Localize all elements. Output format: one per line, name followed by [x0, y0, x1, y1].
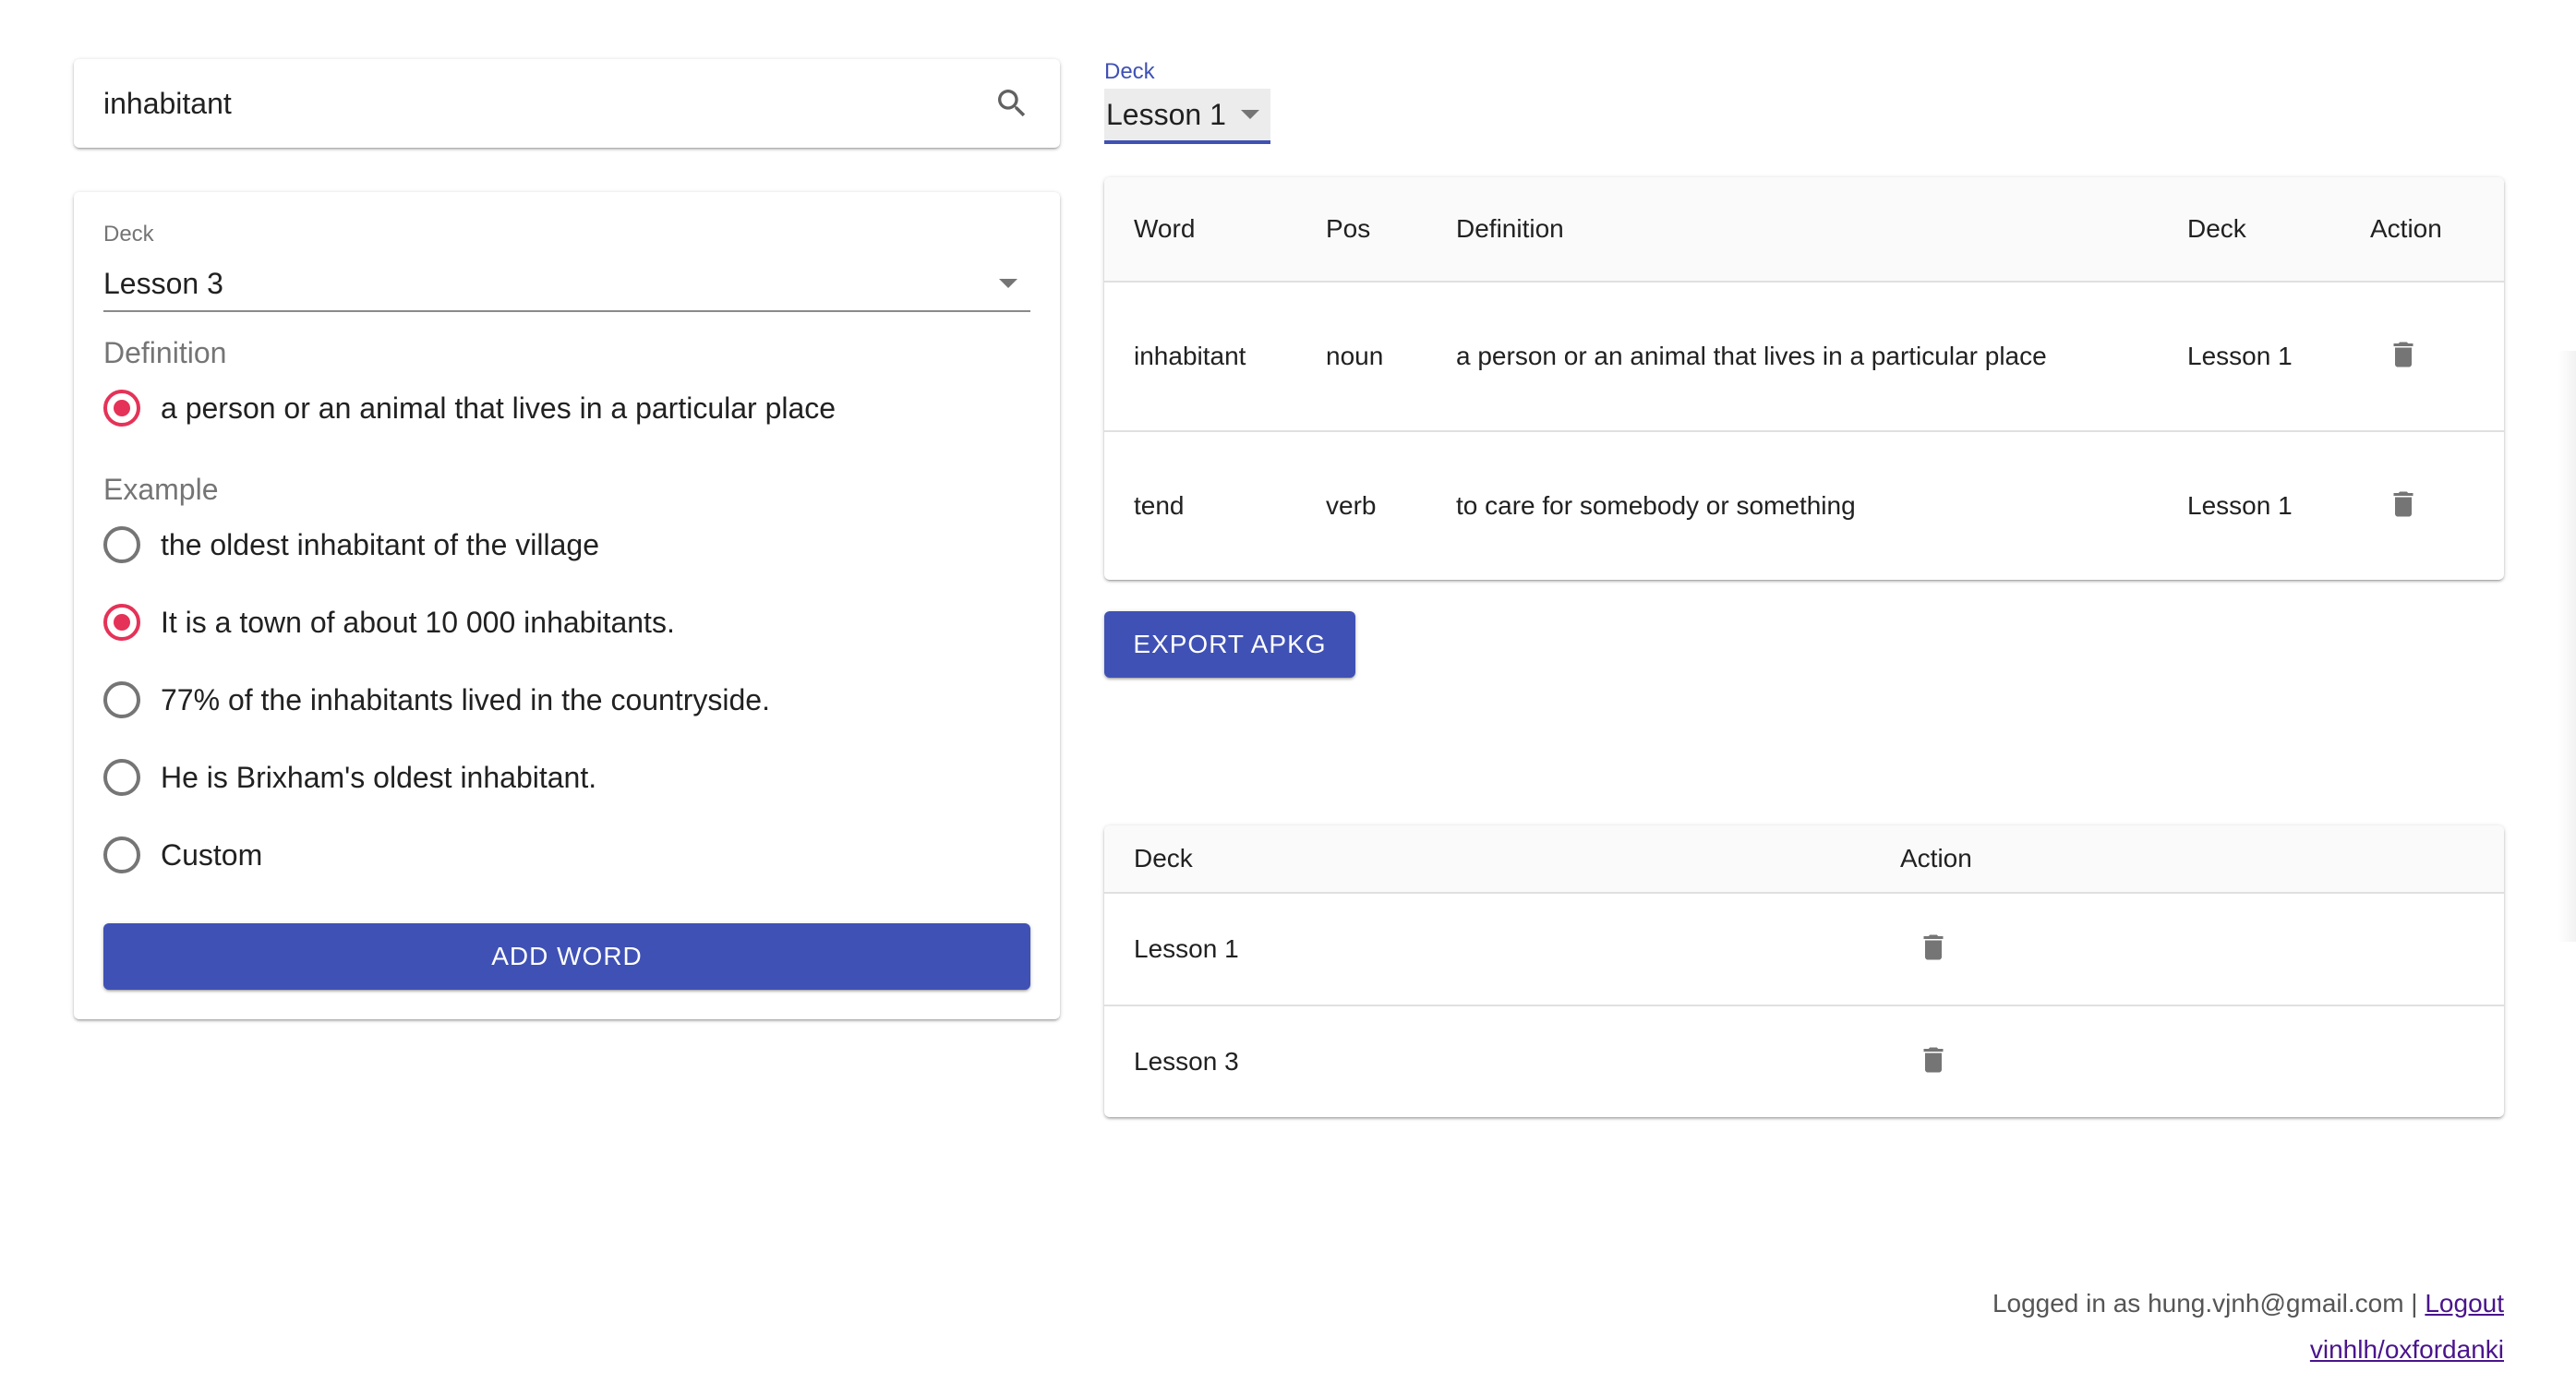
radio-checked-icon[interactable] [103, 390, 140, 427]
cell-word: tend [1134, 491, 1185, 520]
app-page: Deck Lesson 3 Definition a person or an … [0, 0, 2576, 1396]
search-box [74, 59, 1060, 148]
deck-select-label: Deck [103, 222, 154, 247]
example-option[interactable]: the oldest inhabitant of the village [103, 519, 599, 571]
chevron-down-icon [999, 279, 1017, 288]
example-option-label: the oldest inhabitant of the village [161, 527, 599, 561]
example-option-custom[interactable]: Custom [103, 829, 262, 881]
cell-word: inhabitant [1104, 282, 1296, 432]
decks-table: Deck Action Lesson 1 Lesson 3 [1104, 825, 2504, 1117]
deck-filter-select[interactable]: Lesson 1 [1104, 89, 1270, 144]
column-header-deck: Deck [1104, 825, 1871, 894]
example-option[interactable]: It is a town of about 10 000 inhabitants… [103, 596, 675, 648]
table-row: tend verb to care for somebody or someth… [1104, 431, 2504, 580]
radio-unchecked-icon[interactable] [103, 836, 140, 873]
column-header-deck: Deck [2158, 177, 2341, 283]
example-option[interactable]: He is Brixham's oldest inhabitant. [103, 752, 596, 803]
deck-select-value: Lesson 3 [103, 266, 223, 300]
footer-login-line: Logged in as hung.vjnh@gmail.com | Logou… [1992, 1289, 2504, 1318]
table-row: Lesson 1 [1104, 893, 2504, 1006]
logout-link[interactable]: Logout [2425, 1289, 2504, 1318]
example-option-label: He is Brixham's oldest inhabitant. [161, 760, 597, 794]
chevron-down-icon [1241, 110, 1259, 119]
words-table: Word Pos Definition Deck Action inhabita… [1104, 177, 2504, 580]
export-apkg-button[interactable]: EXPORT APKG [1104, 611, 1355, 678]
cell-action [1871, 893, 2504, 1006]
example-option-label: Custom [161, 837, 263, 872]
table-header-row: Word Pos Definition Deck Action [1104, 177, 2504, 283]
deck-filter-label: Deck [1104, 59, 1155, 84]
table-header-row: Deck Action [1104, 825, 2504, 894]
deck-select[interactable]: Lesson 3 [103, 257, 1030, 312]
cell-deck: Lesson 3 [1134, 1047, 1239, 1076]
definition-option-label: a person or an animal that lives in a pa… [161, 391, 837, 425]
repo-link[interactable]: vinhlh/oxfordanki [2310, 1335, 2504, 1364]
radio-unchecked-icon[interactable] [103, 526, 140, 563]
logged-in-text: Logged in as hung.vjnh@gmail.com | [1992, 1289, 2418, 1318]
column-header-action: Action [2341, 177, 2504, 283]
cell-action [2341, 282, 2504, 432]
example-option[interactable]: 77% of the inhabitants lived in the coun… [103, 674, 770, 726]
edge-shadow [2558, 351, 2576, 942]
radio-unchecked-icon[interactable] [103, 681, 140, 718]
example-label: Example [103, 473, 219, 506]
table-row: Lesson 3 [1104, 1005, 2504, 1117]
cell-definition: to care for somebody or something [1456, 491, 1856, 520]
column-header-action: Action [1871, 825, 2504, 894]
cell-action [1871, 1005, 2504, 1117]
definition-option[interactable]: a person or an animal that lives in a pa… [103, 382, 836, 434]
trash-icon[interactable] [1915, 1041, 1952, 1078]
trash-icon[interactable] [2385, 486, 2422, 523]
cell-pos: verb [1326, 491, 1377, 520]
radio-unchecked-icon[interactable] [103, 759, 140, 796]
definition-label: Definition [103, 336, 227, 369]
cell-pos: noun [1296, 282, 1426, 432]
cell-deck: Lesson 1 [1104, 893, 1871, 1006]
cell-deck: Lesson 1 [2158, 282, 2341, 432]
column-header-pos: Pos [1296, 177, 1426, 283]
search-input[interactable] [74, 66, 990, 140]
example-option-label: 77% of the inhabitants lived in the coun… [161, 682, 770, 716]
search-icon[interactable] [990, 81, 1034, 126]
trash-icon[interactable] [2385, 336, 2422, 373]
column-header-definition: Definition [1426, 177, 2158, 283]
word-card: Deck Lesson 3 Definition a person or an … [74, 192, 1060, 1019]
radio-checked-icon[interactable] [103, 604, 140, 641]
add-word-button[interactable]: ADD WORD [103, 923, 1030, 990]
column-header-word: Word [1104, 177, 1296, 283]
cell-deck: Lesson 1 [2187, 491, 2293, 520]
example-option-label: It is a town of about 10 000 inhabitants… [161, 605, 675, 639]
footer-repo-line: vinhlh/oxfordanki [2310, 1335, 2504, 1365]
deck-filter-value: Lesson 1 [1106, 97, 1226, 131]
table-row: inhabitant noun a person or an animal th… [1104, 282, 2504, 432]
cell-action [2341, 431, 2504, 580]
cell-definition: a person or an animal that lives in a pa… [1426, 282, 2158, 432]
trash-icon[interactable] [1915, 929, 1952, 966]
